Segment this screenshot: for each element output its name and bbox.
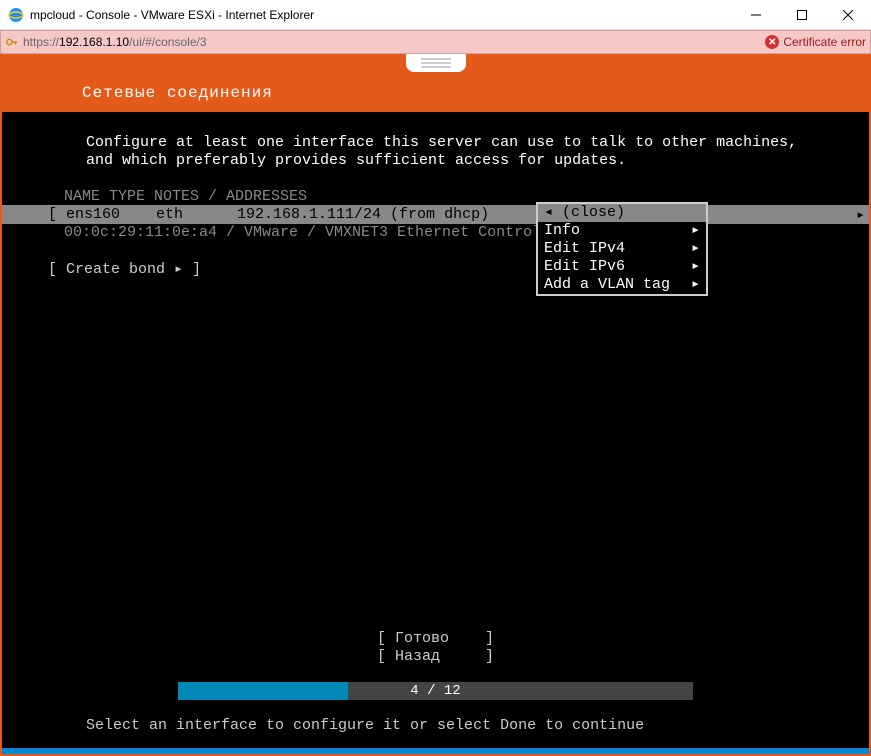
- console-viewport: Сетевые соединения Configure at least on…: [0, 54, 871, 756]
- back-button[interactable]: [ Назад ]: [2, 648, 869, 666]
- close-button[interactable]: [825, 0, 871, 30]
- progress-row: 4 / 12: [178, 682, 693, 700]
- minimize-icon: [751, 10, 761, 20]
- menu-item-label: Edit IPv6: [544, 258, 625, 276]
- window-buttons: [733, 0, 871, 30]
- interface-detail: 00:0c:29:11:0e:a4 / VMware / VMXNET3 Eth…: [2, 224, 869, 241]
- handle-line-icon: [421, 58, 451, 60]
- instructions: Configure at least one interface this se…: [2, 134, 869, 170]
- create-bond-button[interactable]: [ Create bond ▸ ]: [2, 259, 869, 278]
- menu-item-edit-ipv6[interactable]: Edit IPv6 ▸: [538, 258, 706, 276]
- certificate-error[interactable]: ✕ Certificate error: [765, 35, 866, 49]
- menu-item-label: Add a VLAN tag: [544, 276, 670, 294]
- menu-item-close[interactable]: ◂ (close): [538, 204, 706, 222]
- installer-title: Сетевые соединения: [82, 84, 273, 102]
- menu-item-add-vlan[interactable]: Add a VLAN tag ▸: [538, 276, 706, 294]
- interface-context-menu: ◂ (close) Info ▸ Edit IPv4 ▸ Edit IPv6 ▸…: [536, 202, 708, 296]
- address-bar[interactable]: https://192.168.1.10/ui/#/console/3 ✕ Ce…: [0, 30, 871, 54]
- done-button[interactable]: [ Готово ]: [2, 630, 869, 648]
- url-text: https://192.168.1.10/ui/#/console/3: [23, 35, 765, 49]
- window-title: mpcloud - Console - VMware ESXi - Intern…: [30, 8, 733, 22]
- cert-error-label: Certificate error: [783, 35, 866, 49]
- minimize-button[interactable]: [733, 0, 779, 30]
- url-host: 192.168.1.10: [59, 35, 129, 49]
- url-path: /ui/#/console/3: [129, 35, 206, 49]
- key-icon: [5, 35, 19, 49]
- menu-item-label: Edit IPv4: [544, 240, 625, 258]
- progress-bar: 4 / 12: [178, 682, 693, 700]
- ie-icon: [8, 7, 24, 23]
- maximize-icon: [797, 10, 807, 20]
- instructions-line: Configure at least one interface this se…: [2, 134, 869, 152]
- column-headers: NAME TYPE NOTES / ADDRESSES: [2, 188, 869, 205]
- url-scheme: https://: [23, 35, 59, 49]
- chevron-right-icon: ▸: [691, 240, 700, 258]
- chevron-right-icon: ▸: [691, 276, 700, 294]
- chevron-right-icon: ▸: [856, 205, 865, 224]
- terminal-body: Configure at least one interface this se…: [2, 112, 869, 754]
- progress-label: 4 / 12: [410, 683, 460, 699]
- chevron-right-icon: ▸: [691, 258, 700, 276]
- drawer-handle[interactable]: [406, 54, 466, 72]
- menu-item-edit-ipv4[interactable]: Edit IPv4 ▸: [538, 240, 706, 258]
- window-titlebar: mpcloud - Console - VMware ESXi - Intern…: [0, 0, 871, 30]
- handle-line-icon: [421, 66, 451, 68]
- chevron-right-icon: ▸: [691, 222, 700, 240]
- bottom-accent-strip: [2, 748, 869, 754]
- progress-fill: [178, 682, 348, 700]
- menu-item-label: ◂ (close): [544, 204, 625, 222]
- interface-row-text: [ ens160 eth 192.168.1.111/24 (from dhcp…: [48, 206, 489, 223]
- menu-item-label: Info: [544, 222, 580, 240]
- interface-row-ens160[interactable]: [ ens160 eth 192.168.1.111/24 (from dhcp…: [2, 205, 869, 224]
- handle-line-icon: [421, 62, 451, 64]
- maximize-button[interactable]: [779, 0, 825, 30]
- cert-error-icon: ✕: [765, 35, 779, 49]
- nav-buttons: [ Готово ] [ Назад ]: [2, 630, 869, 666]
- menu-item-info[interactable]: Info ▸: [538, 222, 706, 240]
- hint-text: Select an interface to configure it or s…: [86, 717, 644, 734]
- instructions-line: and which preferably provides sufficient…: [2, 152, 869, 170]
- close-icon: [843, 10, 853, 20]
